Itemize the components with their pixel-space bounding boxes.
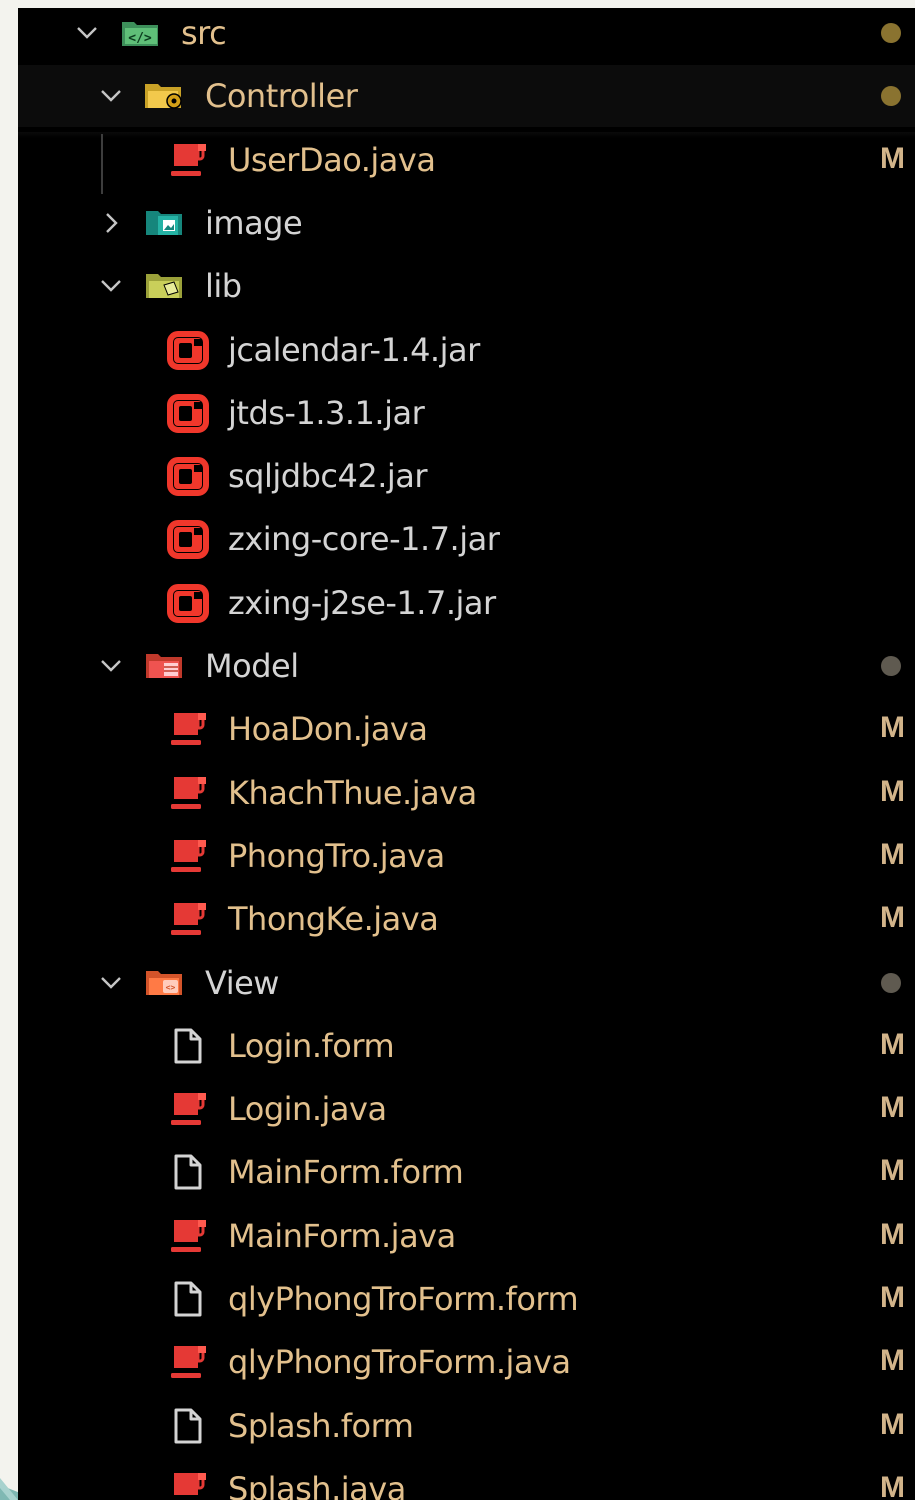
tree-item-label: jtds-1.3.1.jar <box>228 393 425 432</box>
tree-item-label: image <box>205 203 303 242</box>
tree-folder-model[interactable]: Model <box>18 635 915 697</box>
git-status-badge: M <box>880 1407 905 1441</box>
java-icon <box>166 1469 210 1500</box>
tree-file-khachthue-java[interactable]: KhachThue.java M <box>18 762 915 824</box>
git-status-badge: M <box>880 1091 905 1125</box>
tree-file-zxing-j2se-1-7-jar[interactable]: zxing-j2se-1.7.jar <box>18 572 915 634</box>
lib-folder-icon <box>142 266 186 306</box>
tree-item-label: zxing-j2se-1.7.jar <box>228 583 496 622</box>
chevron-right-icon[interactable] <box>98 210 124 236</box>
tree-item-label: qlyPhongTroForm.form <box>228 1280 579 1318</box>
tree-item-label: Splash.form <box>228 1406 414 1445</box>
java-icon <box>166 899 210 939</box>
tree-item-label: Controller <box>205 77 358 116</box>
modified-dot-indicator <box>881 86 901 107</box>
git-status-badge: M <box>880 141 905 175</box>
tree-item-label: qlyPhongTroForm.java <box>228 1343 571 1382</box>
git-status-badge: M <box>880 837 905 871</box>
java-icon <box>166 1342 210 1382</box>
tree-item-label: sqljdbc42.jar <box>228 457 428 496</box>
java-icon <box>166 140 210 180</box>
tree-item-label: ThongKe.java <box>228 900 439 939</box>
java-icon <box>166 773 210 813</box>
tree-item-label: src <box>181 14 227 52</box>
changes-dot-indicator <box>881 656 901 676</box>
controller-folder-icon <box>142 76 186 116</box>
chevron-down-icon[interactable] <box>74 20 100 46</box>
chevron-down-icon[interactable] <box>98 653 124 679</box>
tree-item-label: PhongTro.java <box>228 836 445 875</box>
view-folder-icon: <> <box>142 963 186 1003</box>
tree-folder-src[interactable]: </> src <box>18 8 915 64</box>
form-file-icon <box>166 1026 210 1066</box>
git-status-badge: M <box>880 774 905 808</box>
tree-item-label: jcalendar-1.4.jar <box>228 330 480 369</box>
chevron-down-icon[interactable] <box>98 83 124 109</box>
model-folder-icon <box>142 646 186 686</box>
explorer-tree-panel: </> src Controller UserDao.java Mimage lib jca… <box>18 8 915 1500</box>
changes-dot-indicator <box>881 972 901 993</box>
tree-file-mainform-java[interactable]: MainForm.java M <box>18 1205 915 1267</box>
git-status-badge: M <box>880 1470 905 1500</box>
git-status-badge: M <box>880 1027 905 1061</box>
form-file-icon <box>166 1279 210 1319</box>
tree-folder-controller[interactable]: Controller <box>18 65 915 128</box>
form-file-icon <box>166 1406 210 1446</box>
tree-file-hoadon-java[interactable]: HoaDon.java M <box>18 698 915 760</box>
tree-file-jcalendar-1-4-jar[interactable]: jcalendar-1.4.jar <box>18 319 915 381</box>
tree-file-phongtro-java[interactable]: PhongTro.java M <box>18 825 915 887</box>
form-file-icon <box>166 1152 210 1192</box>
tree-file-sqljdbc42-jar[interactable]: sqljdbc42.jar <box>18 445 915 507</box>
tree-file-qlyphongtroform-java[interactable]: qlyPhongTroForm.java M <box>18 1331 915 1393</box>
tree-file-qlyphongtroform-form[interactable]: qlyPhongTroForm.form M <box>18 1268 915 1330</box>
tree-folder-image[interactable]: image <box>18 192 915 254</box>
java-icon <box>166 709 210 749</box>
jar-icon <box>166 583 210 623</box>
git-status-badge: M <box>880 1154 905 1188</box>
java-icon <box>166 1089 210 1129</box>
git-status-badge: M <box>880 711 905 745</box>
tree-item-label: zxing-core-1.7.jar <box>228 520 500 559</box>
image-folder-icon <box>142 203 186 243</box>
git-status-badge: M <box>880 901 905 935</box>
tree-item-label: HoaDon.java <box>228 710 428 749</box>
tree-item-label: UserDao.java <box>228 140 436 179</box>
tree-item-label: Login.form <box>228 1026 395 1065</box>
tree-item-label: Login.java <box>228 1090 387 1129</box>
git-status-badge: M <box>880 1281 905 1314</box>
tree-file-userdao-java[interactable]: UserDao.java M <box>18 129 915 191</box>
git-status-badge: M <box>880 1344 905 1378</box>
tree-file-splash-form[interactable]: Splash.form M <box>18 1395 915 1457</box>
tree-item-label: KhachThue.java <box>228 773 477 812</box>
tree-file-mainform-form[interactable]: MainForm.form M <box>18 1141 915 1203</box>
jar-icon <box>166 330 210 370</box>
jar-icon <box>166 393 210 433</box>
tree-file-zxing-core-1-7-jar[interactable]: zxing-core-1.7.jar <box>18 508 915 570</box>
tree-file-thongke-java[interactable]: ThongKe.java M <box>18 888 915 950</box>
tree-item-label: lib <box>205 267 242 306</box>
svg-text:<>: <> <box>166 983 176 992</box>
java-icon <box>166 1216 210 1256</box>
svg-text:</>: </> <box>128 31 152 46</box>
tree-file-login-form[interactable]: Login.form M <box>18 1015 915 1077</box>
chevron-down-icon[interactable] <box>98 273 124 299</box>
jar-icon <box>166 456 210 497</box>
chevron-down-icon[interactable] <box>98 970 124 996</box>
tree-folder-lib[interactable]: lib <box>18 255 915 317</box>
git-status-badge: M <box>880 1217 905 1251</box>
tree-folder-view[interactable]: <> View <box>18 952 915 1014</box>
tree-item-label: MainForm.java <box>228 1216 456 1255</box>
src-folder-icon: </> <box>118 13 162 53</box>
tree-item-label: View <box>205 963 279 1002</box>
tree-item-label: MainForm.form <box>228 1153 464 1192</box>
tree-file-login-java[interactable]: Login.java M <box>18 1078 915 1140</box>
jar-icon <box>166 519 210 560</box>
tree-item-label: Model <box>205 647 299 685</box>
java-icon <box>166 836 210 876</box>
tree-file-splash-java[interactable]: Splash.java M <box>18 1458 915 1500</box>
tree-file-jtds-1-3-1-jar[interactable]: jtds-1.3.1.jar <box>18 382 915 444</box>
tree-item-label: Splash.java <box>228 1469 406 1500</box>
modified-dot-indicator <box>881 23 901 43</box>
